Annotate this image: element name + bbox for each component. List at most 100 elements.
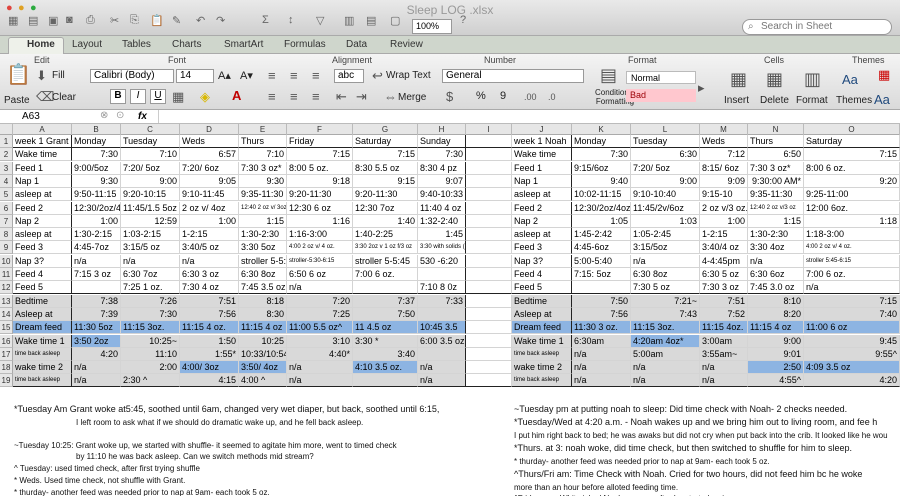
cell-j6[interactable]: Feed 2 — [512, 201, 572, 215]
cell-l19[interactable]: n/a — [631, 374, 700, 388]
cell-k7[interactable]: 1:05 — [572, 214, 631, 228]
cell-o6[interactable]: 12:00 6oz. — [804, 201, 900, 215]
cell-a15[interactable]: Dream feed — [13, 321, 72, 335]
cell-d1[interactable]: Weds — [180, 135, 239, 148]
cell-f13[interactable]: 7:20 — [287, 294, 353, 308]
cell-m9[interactable]: 3:40/4 oz — [700, 241, 748, 255]
cell-g16[interactable]: 3:30 * — [353, 334, 418, 348]
cell-m17[interactable]: 3:55am~ — [700, 347, 748, 361]
row-header[interactable]: 5 — [0, 188, 13, 202]
cell-n15[interactable]: 11:15 4 oz — [748, 321, 804, 335]
cell-b1[interactable]: Monday — [72, 135, 121, 148]
cell-reference[interactable]: A63 — [22, 111, 40, 122]
cell-a3[interactable]: Feed 1 — [13, 161, 72, 175]
cell-c2[interactable]: 7:10 — [121, 148, 180, 162]
cell-e14[interactable]: 8:30 — [239, 307, 287, 321]
tab-review[interactable]: Review — [390, 39, 423, 50]
column-header-f[interactable]: F — [287, 124, 353, 135]
undo-icon[interactable]: ↶ — [196, 14, 205, 27]
cell-f7[interactable]: 1:16 — [287, 214, 353, 228]
row-header[interactable]: 13 — [0, 294, 13, 308]
close-window-icon[interactable]: ● — [6, 2, 13, 14]
column-header-m[interactable]: M — [700, 124, 748, 135]
cell-l12[interactable]: 7:30 5 oz — [631, 281, 700, 295]
cell-l15[interactable]: 11:15 3oz. — [631, 321, 700, 335]
justify-center-icon[interactable]: ≡ — [290, 90, 298, 104]
cell-e8[interactable]: 1:30-2:30 — [239, 228, 287, 242]
align-center-icon[interactable]: ≡ — [290, 69, 298, 83]
clear-button[interactable]: Clear — [52, 92, 76, 103]
cell-a10[interactable]: Nap 3? — [13, 254, 72, 268]
cell-d14[interactable]: 7:56 — [180, 307, 239, 321]
cell-j10[interactable]: Nap 3? — [512, 254, 572, 268]
increase-decimal-icon[interactable]: .0 — [548, 90, 556, 104]
cell-j8[interactable]: asleep at — [512, 228, 572, 242]
cell-l17[interactable]: 5:00am — [631, 347, 700, 361]
tab-data[interactable]: Data — [346, 39, 367, 50]
cell-l1[interactable]: Tuesday — [631, 135, 700, 148]
cell-m8[interactable]: 1-2:15 — [700, 228, 748, 242]
column-header-h[interactable]: H — [418, 124, 466, 135]
cell-h15[interactable]: 10:45 3.5 — [418, 321, 466, 335]
themes-button[interactable]: Themes — [836, 95, 872, 106]
cell-e4[interactable]: 9:30 — [239, 174, 287, 188]
row-header[interactable]: 15 — [0, 321, 13, 335]
theme-fonts-button[interactable]: Aa — [874, 92, 890, 107]
cell-g9[interactable]: 3:30 2oz v 1 oz f/3 oz — [353, 241, 418, 255]
cell-m6[interactable]: 2 oz v/3 oz. — [700, 201, 748, 215]
paste-button[interactable]: Paste — [4, 95, 30, 106]
cell-b10[interactable]: n/a — [72, 254, 121, 268]
cell-f11[interactable]: 6:50 6 oz — [287, 268, 353, 281]
cell-a14[interactable]: Asleep at — [13, 307, 72, 321]
theme-colors-icon[interactable]: ▦ — [878, 68, 890, 82]
cell-m7[interactable]: 1:00 — [700, 214, 748, 228]
toolbox-icon[interactable]: ▤ — [366, 14, 376, 27]
cell-f8[interactable]: 1:16-3:00 — [287, 228, 353, 242]
cell-d9[interactable]: 3:40/5 oz — [180, 241, 239, 255]
row-header[interactable]: 3 — [0, 161, 13, 175]
redo-icon[interactable]: ↷ — [216, 14, 225, 27]
cell-a1[interactable]: week 1 Grant — [13, 135, 72, 148]
cell-f1[interactable]: Friday — [287, 135, 353, 148]
cell-b14[interactable]: 7:39 — [72, 307, 121, 321]
cell-j1[interactable]: week 1 Noah — [512, 135, 572, 148]
cell-j16[interactable]: Wake time 1 — [512, 334, 572, 348]
row-header[interactable]: 18 — [0, 361, 13, 375]
cell-k16[interactable]: 6:30am — [572, 334, 631, 348]
cell-a6[interactable]: Feed 2 — [13, 201, 72, 215]
cell-b2[interactable]: 7:30 — [72, 148, 121, 162]
cell-g17[interactable]: 3:40 — [353, 347, 418, 361]
cell-l13[interactable]: 7:21~ — [631, 294, 700, 308]
grow-font-button[interactable]: A▴ — [218, 69, 231, 82]
cell-h11[interactable] — [418, 268, 466, 281]
cell-a16[interactable]: Wake time 1 — [13, 334, 72, 348]
cell-k18[interactable]: n/a — [572, 361, 631, 375]
cell-h19[interactable]: n/a — [418, 374, 466, 388]
column-header-k[interactable]: K — [572, 124, 631, 135]
cell-g11[interactable]: 7:00 6 oz. — [353, 268, 418, 281]
cancel-icon[interactable]: ⊗ — [100, 110, 108, 121]
cell-i19[interactable] — [466, 374, 512, 388]
cell-g19[interactable] — [353, 374, 418, 388]
cell-b17[interactable]: 4:20 — [72, 347, 121, 361]
cell-e16[interactable]: 10:25 — [239, 334, 287, 348]
underline-button[interactable]: U — [150, 89, 166, 104]
cell-f14[interactable]: 7:25 — [287, 307, 353, 321]
cell-l9[interactable]: 3:15/5oz — [631, 241, 700, 255]
cell-d10[interactable]: n/a — [180, 254, 239, 268]
cell-e2[interactable]: 7:10 — [239, 148, 287, 162]
cell-a5[interactable]: asleep at — [13, 188, 72, 202]
cell-h7[interactable]: 1:32-2:40 — [418, 214, 466, 228]
paste-icon[interactable]: 📋 — [150, 14, 164, 27]
cell-e1[interactable]: Thurs — [239, 135, 287, 148]
cell-g13[interactable]: 7:37 — [353, 294, 418, 308]
search-input[interactable]: ⌕ Search in Sheet — [742, 19, 892, 35]
cell-a11[interactable]: Feed 4 — [13, 268, 72, 281]
row-header[interactable]: 9 — [0, 241, 13, 255]
tab-charts[interactable]: Charts — [172, 39, 201, 50]
cell-i8[interactable] — [466, 228, 512, 242]
cell-h12[interactable]: 7:10 8 0z — [418, 281, 466, 295]
cell-m3[interactable]: 8:15/ 6oz — [700, 161, 748, 175]
cell-e13[interactable]: 8:18 — [239, 294, 287, 308]
cell-i12[interactable] — [466, 281, 512, 295]
